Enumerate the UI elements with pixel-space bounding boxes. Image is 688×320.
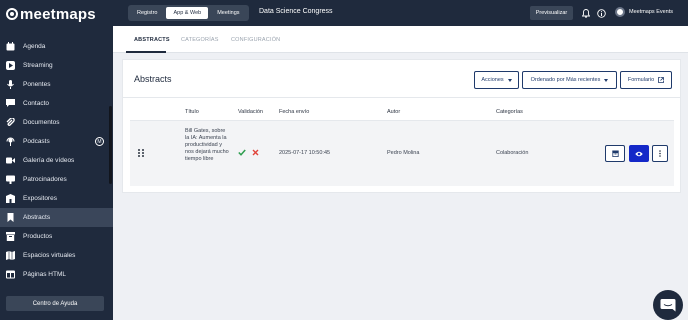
preview-button[interactable]: Previsualizar — [530, 6, 573, 20]
top-bar: Registro App & Web Meetings Data Science… — [113, 0, 688, 26]
chevron-down-icon — [507, 78, 512, 82]
sidebar-item-label: Páginas HTML — [23, 271, 66, 278]
meetings-button[interactable]: Meetings — [210, 7, 246, 19]
view-button[interactable] — [629, 145, 649, 162]
sidebar-item-expositores[interactable]: Expositores — [0, 189, 113, 208]
page-title: Abstracts — [134, 74, 172, 84]
box-icon — [6, 232, 15, 241]
podcast-icon — [6, 137, 15, 146]
archive-button[interactable] — [605, 145, 625, 162]
sidebar-item-label: Contacto — [23, 100, 50, 107]
video-icon — [6, 156, 15, 165]
tab-bar: ABSTRACTS CATEGORÍAS CONFIGURACIÓN — [113, 26, 688, 53]
drag-handle-icon[interactable] — [138, 149, 144, 157]
calendar-icon — [6, 42, 15, 51]
chevron-down-icon — [604, 78, 609, 82]
sidebar-item-documentos[interactable]: Documentos — [0, 113, 113, 132]
podcast-badge: M — [95, 137, 104, 146]
sidebar-item-abstracts[interactable]: Abstracts — [0, 208, 113, 227]
sidebar-item-ponentes[interactable]: Ponentes — [0, 75, 113, 94]
sidebar-item-label: Abstracts — [23, 214, 51, 221]
tab-categorias[interactable]: CATEGORÍAS — [181, 37, 219, 43]
app-web-button[interactable]: App & Web — [166, 7, 209, 19]
reject-icon[interactable] — [252, 149, 259, 158]
column-header[interactable]: Validación — [238, 109, 263, 115]
logo-text: meetmaps — [20, 5, 96, 23]
logo-icon — [6, 8, 18, 20]
sponsor-icon — [6, 175, 15, 184]
sidebar: meetmaps Agenda Streaming Ponentes Conta… — [0, 0, 113, 320]
card-header: Abstracts Acciones Ordenado por Más reci… — [123, 60, 680, 98]
column-header[interactable]: Autor — [387, 109, 400, 115]
sidebar-item-label: Espacios virtuales — [23, 252, 76, 259]
sidebar-item-contacto[interactable]: Contacto — [0, 94, 113, 113]
sidebar-item-streaming[interactable]: Streaming — [0, 56, 113, 75]
column-header[interactable]: Fecha envío — [279, 109, 309, 115]
play-icon — [6, 61, 15, 70]
tab-configuracion[interactable]: CONFIGURACIÓN — [231, 37, 280, 43]
column-header[interactable]: Categorías — [496, 109, 523, 115]
microphone-icon — [6, 80, 15, 89]
form-button[interactable]: Formulario — [620, 71, 672, 89]
user-name: Meetmaps Events — [629, 9, 674, 15]
sidebar-item-productos[interactable]: Productos — [0, 227, 113, 246]
external-link-icon — [658, 77, 665, 83]
more-vertical-icon — [659, 150, 661, 157]
exhibitor-icon — [6, 194, 15, 203]
tab-abstracts[interactable]: ABSTRACTS — [134, 37, 170, 43]
abstract-title: Bill Gates, sobre la IA: Aumenta la prod… — [185, 128, 229, 162]
eye-icon — [635, 151, 643, 156]
sidebar-item-patrocinadores[interactable]: Patrocinadores — [0, 170, 113, 189]
info-icon[interactable] — [596, 8, 606, 18]
sidebar-item-label: Productos — [23, 233, 53, 240]
table-header: Título Validación Fecha envío Autor Cate… — [123, 109, 680, 119]
sidebar-item-label: Documentos — [23, 119, 60, 126]
sort-label: Ordenado por Más recientes — [530, 77, 601, 83]
chat-icon — [6, 99, 15, 108]
approve-icon[interactable] — [238, 149, 246, 158]
sidebar-item-label: Expositores — [23, 195, 57, 202]
app-logo[interactable]: meetmaps — [0, 0, 113, 28]
sidebar-item-label: Streaming — [23, 62, 53, 69]
sidebar-item-label: Agenda — [23, 43, 46, 50]
sidebar-item-podcasts[interactable]: Podcasts M — [0, 132, 113, 151]
submission-date: 2025-07-17 10:50:45 — [279, 150, 331, 156]
chat-widget-button[interactable] — [653, 290, 683, 320]
page-icon — [6, 270, 15, 279]
sidebar-scrollbar[interactable] — [109, 106, 112, 184]
form-label: Formulario — [627, 77, 655, 83]
sidebar-nav: Agenda Streaming Ponentes Contacto Docum… — [0, 37, 113, 284]
map-icon — [6, 251, 15, 260]
author: Pedro Molina — [387, 150, 420, 156]
sidebar-item-paginas[interactable]: Páginas HTML — [0, 265, 113, 284]
sidebar-item-label: Galería de vídeos — [23, 157, 75, 164]
sidebar-item-galeria[interactable]: Galería de vídeos — [0, 151, 113, 170]
actions-label: Acciones — [481, 77, 504, 83]
help-center-button[interactable]: Centro de Ayuda — [6, 296, 104, 311]
sidebar-item-label: Patrocinadores — [23, 176, 67, 183]
sidebar-item-label: Podcasts — [23, 138, 50, 145]
abstracts-card: Abstracts Acciones Ordenado por Más reci… — [122, 59, 681, 193]
category: Colaboración — [496, 150, 529, 156]
registro-button[interactable]: Registro — [130, 7, 164, 19]
event-title[interactable]: Data Science Congress — [259, 8, 333, 15]
avatar — [615, 7, 625, 17]
archive-icon — [611, 150, 619, 157]
chat-bubble-icon — [660, 298, 676, 311]
active-tab-indicator — [126, 51, 166, 53]
bell-icon[interactable] — [581, 8, 591, 18]
sidebar-item-agenda[interactable]: Agenda — [0, 37, 113, 56]
bookmark-icon — [6, 213, 15, 222]
sidebar-item-espacios[interactable]: Espacios virtuales — [0, 246, 113, 265]
table-row[interactable]: Bill Gates, sobre la IA: Aumenta la prod… — [130, 120, 674, 186]
sidebar-item-label: Ponentes — [23, 81, 51, 88]
platform-switch: Registro App & Web Meetings — [128, 5, 249, 21]
paperclip-icon — [6, 118, 15, 127]
actions-dropdown[interactable]: Acciones — [474, 71, 519, 89]
column-header[interactable]: Título — [185, 109, 199, 115]
user-menu[interactable]: Meetmaps Events — [615, 7, 673, 17]
sort-dropdown[interactable]: Ordenado por Más recientes — [522, 71, 617, 89]
more-options-button[interactable] — [652, 145, 668, 162]
